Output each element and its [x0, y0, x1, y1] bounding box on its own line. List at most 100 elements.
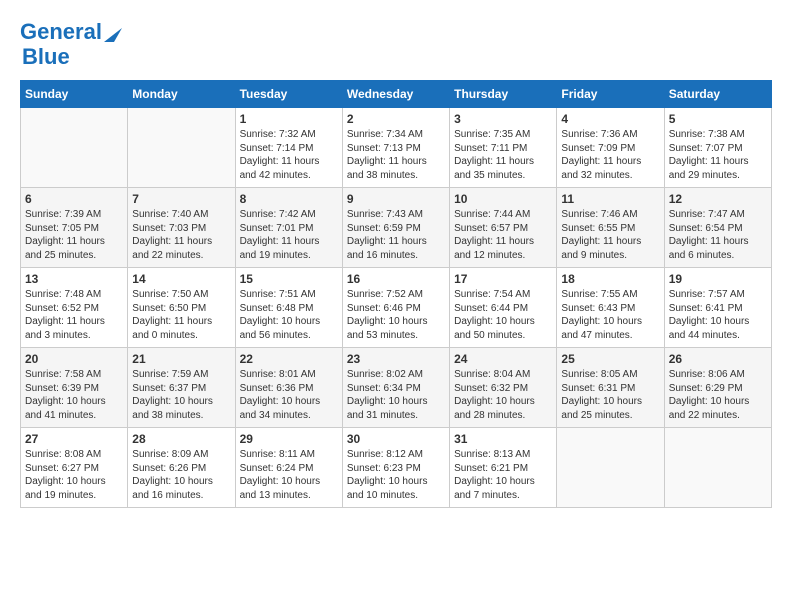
day-info: Sunrise: 7:32 AM Sunset: 7:14 PM Dayligh… [240, 128, 338, 182]
day-number: 16 [347, 272, 445, 286]
day-number: 1 [240, 112, 338, 126]
calendar-week-4: 20Sunrise: 7:58 AM Sunset: 6:39 PM Dayli… [21, 348, 772, 428]
calendar-cell: 28 Sunrise: 8:09 AM Sunset: 6:26 PM Dayli… [128, 428, 235, 508]
calendar-cell: 31Sunrise: 8:13 AM Sunset: 6:21 PM Dayli… [450, 428, 557, 508]
day-number: 17 [454, 272, 552, 286]
day-info: Sunrise: 8:01 AM Sunset: 6:36 PM Dayligh… [240, 368, 338, 422]
weekday-header-row: SundayMondayTuesdayWednesdayThursdayFrid… [21, 81, 772, 108]
weekday-header-friday: Friday [557, 81, 664, 108]
weekday-header-saturday: Saturday [664, 81, 771, 108]
day-number: 28 [132, 432, 230, 446]
calendar-body: 1 Sunrise: 7:32 AM Sunset: 7:14 PM Daylig… [21, 108, 772, 508]
day-info: Sunrise: 7:39 AM Sunset: 7:05 PM Dayligh… [25, 208, 123, 262]
day-info: Sunrise: 8:13 AM Sunset: 6:21 PM Dayligh… [454, 448, 552, 502]
day-info: Sunrise: 7:54 AM Sunset: 6:44 PM Dayligh… [454, 288, 552, 342]
day-info: Sunrise: 7:36 AM Sunset: 7:09 PM Dayligh… [561, 128, 659, 182]
day-number: 27 [25, 432, 123, 446]
weekday-header-wednesday: Wednesday [342, 81, 449, 108]
day-info: Sunrise: 8:11 AM Sunset: 6:24 PM Dayligh… [240, 448, 338, 502]
calendar-cell: 17 Sunrise: 7:54 AM Sunset: 6:44 PM Dayli… [450, 268, 557, 348]
day-info: Sunrise: 8:08 AM Sunset: 6:27 PM Dayligh… [25, 448, 123, 502]
day-number: 3 [454, 112, 552, 126]
calendar-cell: 16 Sunrise: 7:52 AM Sunset: 6:46 PM Dayli… [342, 268, 449, 348]
day-number: 30 [347, 432, 445, 446]
day-info: Sunrise: 7:55 AM Sunset: 6:43 PM Dayligh… [561, 288, 659, 342]
day-number: 7 [132, 192, 230, 206]
day-number: 26 [669, 352, 767, 366]
day-number: 18 [561, 272, 659, 286]
day-number: 13 [25, 272, 123, 286]
day-info: Sunrise: 7:35 AM Sunset: 7:11 PM Dayligh… [454, 128, 552, 182]
day-info: Sunrise: 7:40 AM Sunset: 7:03 PM Dayligh… [132, 208, 230, 262]
calendar-cell: 29Sunrise: 8:11 AM Sunset: 6:24 PM Dayli… [235, 428, 342, 508]
day-number: 25 [561, 352, 659, 366]
calendar-cell: 1 Sunrise: 7:32 AM Sunset: 7:14 PM Daylig… [235, 108, 342, 188]
calendar-cell: 3 Sunrise: 7:35 AM Sunset: 7:11 PM Daylig… [450, 108, 557, 188]
day-number: 12 [669, 192, 767, 206]
calendar-cell: 13Sunrise: 7:48 AM Sunset: 6:52 PM Dayli… [21, 268, 128, 348]
calendar-cell: 11 Sunrise: 7:46 AM Sunset: 6:55 PM Dayli… [557, 188, 664, 268]
day-info: Sunrise: 8:12 AM Sunset: 6:23 PM Dayligh… [347, 448, 445, 502]
day-info: Sunrise: 7:46 AM Sunset: 6:55 PM Dayligh… [561, 208, 659, 262]
calendar-week-5: 27 Sunrise: 8:08 AM Sunset: 6:27 PM Dayli… [21, 428, 772, 508]
day-number: 11 [561, 192, 659, 206]
calendar-cell: 24 Sunrise: 8:04 AM Sunset: 6:32 PM Dayli… [450, 348, 557, 428]
day-info: Sunrise: 7:57 AM Sunset: 6:41 PM Dayligh… [669, 288, 767, 342]
calendar-cell: 21Sunrise: 7:59 AM Sunset: 6:37 PM Dayli… [128, 348, 235, 428]
calendar-cell [21, 108, 128, 188]
logo-bird-icon [104, 20, 122, 42]
day-info: Sunrise: 8:09 AM Sunset: 6:26 PM Dayligh… [132, 448, 230, 502]
calendar-cell: 9Sunrise: 7:43 AM Sunset: 6:59 PM Daylig… [342, 188, 449, 268]
calendar-header: SundayMondayTuesdayWednesdayThursdayFrid… [21, 81, 772, 108]
calendar-cell: 25 Sunrise: 8:05 AM Sunset: 6:31 PM Dayli… [557, 348, 664, 428]
day-number: 24 [454, 352, 552, 366]
day-info: Sunrise: 8:05 AM Sunset: 6:31 PM Dayligh… [561, 368, 659, 422]
page-header: General Blue [20, 20, 772, 70]
calendar-cell: 5Sunrise: 7:38 AM Sunset: 7:07 PM Daylig… [664, 108, 771, 188]
day-info: Sunrise: 7:42 AM Sunset: 7:01 PM Dayligh… [240, 208, 338, 262]
day-number: 10 [454, 192, 552, 206]
logo-blue-text: Blue [22, 44, 70, 69]
calendar-cell: 8 Sunrise: 7:42 AM Sunset: 7:01 PM Daylig… [235, 188, 342, 268]
calendar-table: SundayMondayTuesdayWednesdayThursdayFrid… [20, 80, 772, 508]
weekday-header-thursday: Thursday [450, 81, 557, 108]
day-info: Sunrise: 7:52 AM Sunset: 6:46 PM Dayligh… [347, 288, 445, 342]
calendar-week-2: 6 Sunrise: 7:39 AM Sunset: 7:05 PM Daylig… [21, 188, 772, 268]
day-info: Sunrise: 8:06 AM Sunset: 6:29 PM Dayligh… [669, 368, 767, 422]
day-info: Sunrise: 7:34 AM Sunset: 7:13 PM Dayligh… [347, 128, 445, 182]
calendar-cell: 18 Sunrise: 7:55 AM Sunset: 6:43 PM Dayli… [557, 268, 664, 348]
day-number: 19 [669, 272, 767, 286]
calendar-cell: 12 Sunrise: 7:47 AM Sunset: 6:54 PM Dayli… [664, 188, 771, 268]
calendar-cell: 19 Sunrise: 7:57 AM Sunset: 6:41 PM Dayli… [664, 268, 771, 348]
calendar-cell [664, 428, 771, 508]
day-info: Sunrise: 8:04 AM Sunset: 6:32 PM Dayligh… [454, 368, 552, 422]
calendar-week-3: 13Sunrise: 7:48 AM Sunset: 6:52 PM Dayli… [21, 268, 772, 348]
logo: General Blue [20, 20, 122, 70]
day-number: 9 [347, 192, 445, 206]
day-info: Sunrise: 7:59 AM Sunset: 6:37 PM Dayligh… [132, 368, 230, 422]
day-info: Sunrise: 7:50 AM Sunset: 6:50 PM Dayligh… [132, 288, 230, 342]
calendar-cell [128, 108, 235, 188]
day-number: 8 [240, 192, 338, 206]
calendar-cell: 26 Sunrise: 8:06 AM Sunset: 6:29 PM Dayli… [664, 348, 771, 428]
day-info: Sunrise: 8:02 AM Sunset: 6:34 PM Dayligh… [347, 368, 445, 422]
calendar-cell: 4 Sunrise: 7:36 AM Sunset: 7:09 PM Daylig… [557, 108, 664, 188]
day-number: 20 [25, 352, 123, 366]
day-info: Sunrise: 7:47 AM Sunset: 6:54 PM Dayligh… [669, 208, 767, 262]
calendar-cell: 23 Sunrise: 8:02 AM Sunset: 6:34 PM Dayli… [342, 348, 449, 428]
calendar-cell: 30 Sunrise: 8:12 AM Sunset: 6:23 PM Dayli… [342, 428, 449, 508]
day-number: 15 [240, 272, 338, 286]
day-number: 22 [240, 352, 338, 366]
day-number: 6 [25, 192, 123, 206]
calendar-cell: 14Sunrise: 7:50 AM Sunset: 6:50 PM Dayli… [128, 268, 235, 348]
day-number: 4 [561, 112, 659, 126]
day-number: 23 [347, 352, 445, 366]
calendar-cell: 7 Sunrise: 7:40 AM Sunset: 7:03 PM Daylig… [128, 188, 235, 268]
calendar-cell: 27 Sunrise: 8:08 AM Sunset: 6:27 PM Dayli… [21, 428, 128, 508]
logo-text: General [20, 20, 102, 44]
weekday-header-monday: Monday [128, 81, 235, 108]
weekday-header-tuesday: Tuesday [235, 81, 342, 108]
calendar-cell: 2Sunrise: 7:34 AM Sunset: 7:13 PM Daylig… [342, 108, 449, 188]
calendar-cell: 15Sunrise: 7:51 AM Sunset: 6:48 PM Dayli… [235, 268, 342, 348]
calendar-week-1: 1 Sunrise: 7:32 AM Sunset: 7:14 PM Daylig… [21, 108, 772, 188]
